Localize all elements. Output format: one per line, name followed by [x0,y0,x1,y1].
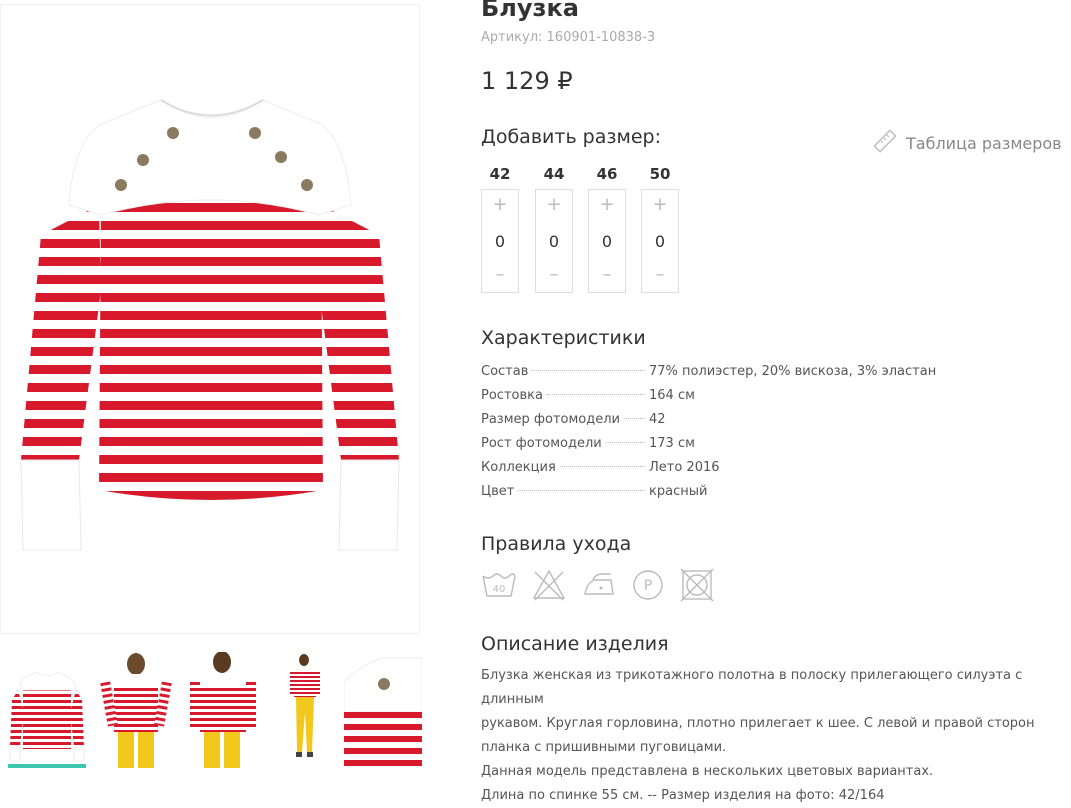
spec-key: Рост фотомодели [481,436,602,451]
description-line: планка с пришивными пуговицами. [481,740,727,755]
decrement-button[interactable]: – [550,266,559,286]
product-price: 1 129 ₽ [481,67,573,95]
no-bleach-icon [531,568,567,602]
svg-text:P: P [644,578,652,594]
quantity-value[interactable]: 0 [549,232,559,251]
spec-row: Рост фотомодели 173 см [481,432,1041,456]
product-article: Артикул: 160901-10838-3 [481,30,656,45]
spec-row: Цвет красный [481,480,1041,504]
quantity-value[interactable]: 0 [655,232,665,251]
size-column-42: 42 + 0 – [481,163,519,293]
increment-button[interactable]: + [599,196,614,216]
spec-key: Состав [481,364,529,379]
description-heading: Описание изделия [481,633,669,655]
care-icons: 40 P [481,568,715,602]
characteristics-heading: Характеристики [481,327,646,349]
spec-value: красный [649,484,708,499]
spec-key: Коллекция [481,460,556,475]
quantity-stepper: + 0 – [535,189,573,293]
size-label: 42 [489,165,511,183]
care-heading: Правила ухода [481,533,632,555]
size-table-link[interactable]: Таблица размеров [872,128,1062,158]
dry-clean-p-icon: P [631,568,665,602]
spec-key: Ростовка [481,388,543,403]
description-line: Длина по спинке 55 см. -- Размер изделия… [481,788,885,803]
thumbnail-3[interactable] [184,652,262,768]
decrement-button[interactable]: – [496,266,505,286]
spec-row: Коллекция Лето 2016 [481,456,1041,480]
increment-button[interactable]: + [546,196,561,216]
ruler-icon [872,128,898,158]
spec-key: Размер фотомодели [481,412,621,427]
product-description: Блузка женская из трикотажного полотна в… [481,664,1061,808]
product-title: Блузка [481,0,579,22]
size-column-44: 44 + 0 – [535,163,573,293]
size-column-46: 46 + 0 – [588,163,626,293]
quantity-stepper: + 0 – [481,189,519,293]
size-label: 46 [596,165,618,183]
spec-value: 77% полиэстер, 20% вискоза, 3% эластан [649,364,937,379]
size-column-50: 50 + 0 – [641,163,679,293]
spec-row: Размер фотомодели 42 [481,408,1041,432]
thumbnail-5[interactable] [344,652,422,768]
iron-icon [581,568,617,602]
quantity-value[interactable]: 0 [495,232,505,251]
size-table-label: Таблица размеров [906,133,1062,153]
size-label: 44 [543,165,565,183]
spec-key: Цвет [481,484,515,499]
spec-value: Лето 2016 [649,460,720,475]
increment-button[interactable]: + [492,196,507,216]
size-label: 50 [649,165,671,183]
thumbnail-2[interactable] [96,652,174,768]
main-product-photo[interactable] [0,4,420,634]
description-line: Данная модель представлена в нескольких … [481,764,934,779]
spec-row: Состав 77% полиэстер, 20% вискоза, 3% эл… [481,360,1041,384]
spec-value: 173 см [649,436,695,451]
description-line: Блузка женская из трикотажного полотна в… [481,668,1023,707]
wash-40-icon: 40 [481,568,517,602]
wash-temp-label: 40 [493,584,506,595]
description-line: рукавом. Круглая горловина, плотно приле… [481,716,1035,731]
spec-value: 42 [649,412,666,427]
spec-value: 164 см [649,388,695,403]
quantity-stepper: + 0 – [588,189,626,293]
characteristics-list: Состав 77% полиэстер, 20% вискоза, 3% эл… [481,360,1041,504]
quantity-value[interactable]: 0 [602,232,612,251]
no-tumble-dry-icon [679,568,715,602]
quantity-stepper: + 0 – [641,189,679,293]
decrement-button[interactable]: – [603,266,612,286]
thumbnail-4[interactable] [272,652,350,768]
spec-row: Ростовка 164 см [481,384,1041,408]
decrement-button[interactable]: – [656,266,665,286]
thumbnail-1[interactable] [8,652,86,768]
thumbnail-strip [8,652,423,772]
increment-button[interactable]: + [652,196,667,216]
add-size-heading: Добавить размер: [481,126,661,148]
